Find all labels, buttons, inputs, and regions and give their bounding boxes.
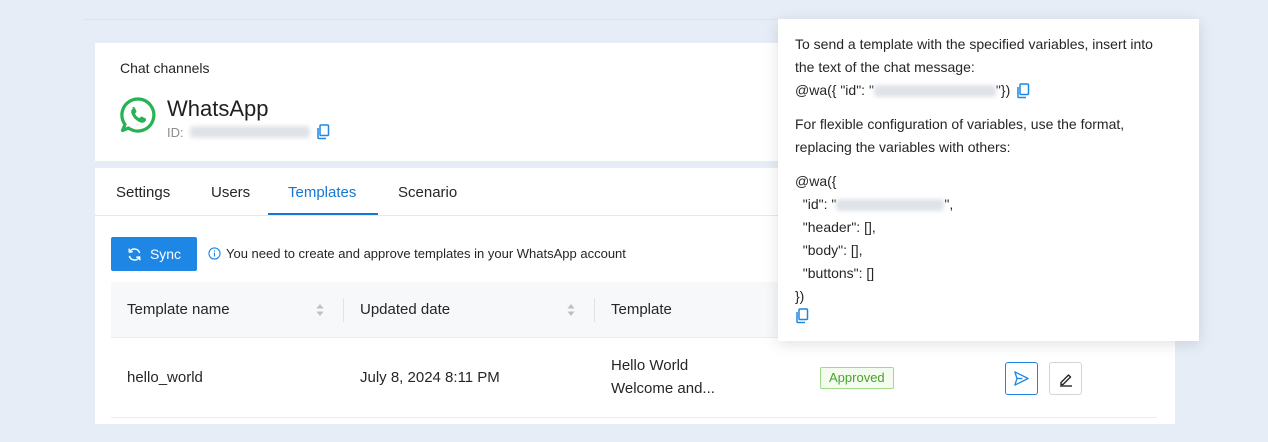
send-icon: [1014, 371, 1029, 386]
code-block-close: }): [795, 288, 805, 304]
sync-button[interactable]: Sync: [111, 237, 197, 271]
popover-intro-line1: To send a template with the specified va…: [795, 36, 1153, 52]
channel-id-value-redacted: [189, 126, 310, 138]
tab-templates[interactable]: Templates: [288, 168, 356, 216]
code-block-buttons-line: "buttons": []: [795, 265, 875, 281]
template-preview-line1: Hello World: [611, 357, 689, 374]
sort-icon[interactable]: [567, 303, 575, 317]
column-divider: [594, 298, 595, 322]
popover-flex-line1: For flexible configuration of variables,…: [795, 116, 1125, 132]
template-variables-popover: To send a template with the specified va…: [778, 19, 1199, 341]
popover-code-line: @wa({ "id": " "}): [795, 79, 1183, 102]
tab-users[interactable]: Users: [211, 168, 250, 216]
table-row: hello_world July 8, 2024 8:11 PM Hello W…: [111, 338, 1157, 418]
tab-scenario[interactable]: Scenario: [398, 168, 457, 216]
copy-icon[interactable]: [795, 308, 809, 324]
code-block-header-line: "header": [],: [795, 219, 876, 235]
edit-icon: [1059, 373, 1072, 387]
send-template-button[interactable]: [1005, 362, 1038, 395]
edit-template-button[interactable]: [1049, 362, 1082, 395]
column-header-updated-date[interactable]: Updated date: [360, 282, 450, 338]
sync-notice-text: You need to create and approve templates…: [226, 246, 626, 261]
channel-id-row: ID:: [167, 124, 330, 140]
copy-icon[interactable]: [316, 124, 330, 140]
template-preview-line2: Welcome and...: [611, 380, 715, 397]
popover-flex-line2: replacing the variables with others:: [795, 139, 1011, 155]
section-label: Chat channels: [120, 60, 210, 76]
column-divider: [343, 298, 344, 322]
template-name-cell: hello_world: [127, 369, 203, 386]
code-id-key: "id": ": [795, 196, 837, 212]
info-icon: [208, 247, 221, 260]
code-id-end: ",: [944, 196, 954, 212]
sort-icon[interactable]: [316, 303, 324, 317]
sync-notice: You need to create and approve templates…: [208, 246, 626, 261]
channel-id-label: ID:: [167, 124, 184, 140]
updated-date-cell: July 8, 2024 8:11 PM: [360, 369, 500, 386]
copy-icon[interactable]: [1016, 82, 1030, 99]
template-id-redacted: [836, 198, 945, 211]
popover-intro-line2: the text of the chat message:: [795, 59, 975, 75]
code-prefix: @wa({ "id": ": [795, 82, 874, 98]
tab-settings[interactable]: Settings: [116, 168, 170, 216]
code-block-id-line: "id": " ",: [795, 193, 1183, 216]
column-header-template: Template: [611, 301, 672, 318]
whatsapp-icon: [120, 97, 156, 133]
code-block-body-line: "body": [],: [795, 242, 863, 258]
column-header-template-name[interactable]: Template name: [127, 282, 230, 338]
channel-title: WhatsApp: [167, 96, 269, 121]
active-tab-indicator: [268, 213, 378, 215]
copy-row: [795, 308, 1183, 324]
template-id-redacted: [873, 84, 996, 97]
status-badge: Approved: [820, 367, 894, 389]
sync-icon: [128, 247, 141, 261]
code-suffix: "}): [995, 82, 1011, 98]
code-block-open: @wa({: [795, 173, 837, 189]
sync-button-label: Sync: [149, 246, 182, 262]
